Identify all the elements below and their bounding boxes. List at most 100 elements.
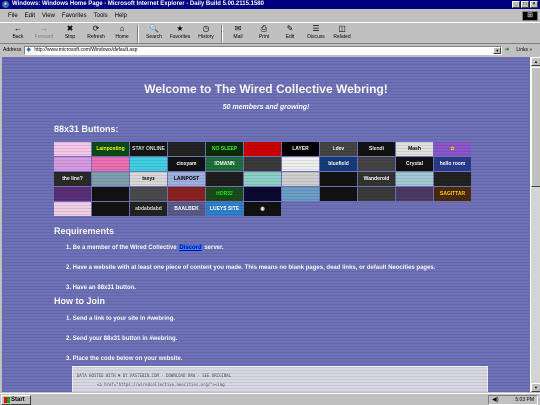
- button-88x31[interactable]: LAINPOST: [168, 172, 205, 186]
- button-88x31[interactable]: [244, 187, 281, 201]
- scroll-up-button[interactable]: ▲: [531, 57, 540, 66]
- button-88x31[interactable]: [206, 172, 243, 186]
- back-button[interactable]: ← Back: [6, 23, 30, 44]
- button-88x31[interactable]: [130, 157, 167, 171]
- button-88x31[interactable]: [434, 172, 471, 186]
- button-88x31[interactable]: LUEYS SITE: [206, 202, 243, 216]
- button-88x31[interactable]: the line?: [54, 172, 91, 186]
- system-tray: ◀) 5:03 PM: [488, 395, 538, 405]
- related-button[interactable]: ◫ Related: [330, 23, 354, 44]
- button-88x31[interactable]: [54, 157, 91, 171]
- button-88x31[interactable]: hello room: [434, 157, 471, 171]
- address-input[interactable]: ◆ http://www.microsoft.com/Windows/defau…: [24, 45, 503, 55]
- button-88x31[interactable]: [320, 187, 357, 201]
- address-dropdown-button[interactable]: ▼: [493, 46, 502, 54]
- go-arrow-icon[interactable]: ➜: [504, 46, 512, 54]
- howto-item: 1. Send a link to your site in #webring.: [66, 316, 176, 322]
- button-88x31[interactable]: [396, 187, 433, 201]
- mail-icon: ✉: [234, 24, 242, 33]
- menu-favorites[interactable]: Favorites: [62, 13, 87, 19]
- stop-icon: ✖: [66, 24, 74, 33]
- refresh-label: Refresh: [87, 34, 105, 40]
- button-88x31[interactable]: SAGITTAR: [434, 187, 471, 201]
- button-88x31[interactable]: tsxyz: [130, 172, 167, 186]
- mail-button[interactable]: ✉ Mail: [226, 23, 250, 44]
- button-88x31[interactable]: [282, 187, 319, 201]
- search-button[interactable]: 🔍 Search: [142, 23, 166, 44]
- vertical-scrollbar[interactable]: ▲ ▼: [530, 57, 540, 392]
- print-icon: ⎙: [260, 24, 268, 33]
- button-88x31[interactable]: Wanderoid: [358, 172, 395, 186]
- home-label: Home: [115, 34, 129, 40]
- button-88x31[interactable]: Lainposting: [92, 142, 129, 156]
- discord-link[interactable]: Discord: [178, 245, 203, 251]
- button-88x31[interactable]: [92, 172, 129, 186]
- speaker-icon[interactable]: ◀): [492, 396, 499, 404]
- button-88x31[interactable]: bluefield: [320, 157, 357, 171]
- scroll-down-button[interactable]: ▼: [531, 383, 540, 392]
- button-88x31[interactable]: BAALBEK: [168, 202, 205, 216]
- menu-help[interactable]: Help: [115, 13, 127, 19]
- button-88x31[interactable]: Mash: [396, 142, 433, 156]
- menu-edit[interactable]: Edit: [25, 13, 35, 19]
- home-button[interactable]: ⌂ Home: [110, 23, 134, 44]
- refresh-button[interactable]: ⟳ Refresh: [84, 23, 108, 44]
- button-88x31[interactable]: [168, 142, 205, 156]
- code-snippet-box[interactable]: DATA HOSTED WITH ♥ BY PASTEBIN.COM - DOW…: [72, 366, 488, 392]
- button-88x31[interactable]: Crystal: [396, 157, 433, 171]
- button-88x31[interactable]: ◉: [244, 202, 281, 216]
- window-titlebar[interactable]: e Windows: Windows Home Page - Microsoft…: [0, 0, 540, 9]
- button-88x31[interactable]: [320, 172, 357, 186]
- button-88x31[interactable]: [282, 172, 319, 186]
- maximize-button[interactable]: □: [521, 1, 529, 8]
- menu-tools[interactable]: Tools: [94, 13, 108, 19]
- button-88x31[interactable]: [54, 187, 91, 201]
- button-88x31[interactable]: ciosyam: [168, 157, 205, 171]
- button-88x31[interactable]: Slendi: [358, 142, 395, 156]
- close-button[interactable]: ×: [530, 1, 538, 8]
- scroll-thumb[interactable]: [531, 67, 540, 187]
- toolbar-separator: [221, 25, 223, 43]
- edit-button[interactable]: ✎ Edit: [278, 23, 302, 44]
- button-88x31[interactable]: i.dev: [320, 142, 357, 156]
- favorites-button[interactable]: ★ Favorites: [168, 23, 192, 44]
- button-88x31[interactable]: [282, 157, 319, 171]
- button-88x31[interactable]: [92, 187, 129, 201]
- requirements-list: 1. Be a member of the Wired Collective D…: [66, 244, 435, 304]
- links-button[interactable]: Links »: [516, 47, 532, 53]
- button-88x31[interactable]: [244, 157, 281, 171]
- how-to-join-heading: How to Join: [54, 296, 105, 306]
- button-88x31[interactable]: [244, 172, 281, 186]
- button-88x31[interactable]: [54, 202, 91, 216]
- button-88x31[interactable]: [396, 172, 433, 186]
- discuss-button[interactable]: ☰ Discuss: [304, 23, 328, 44]
- button-88x31[interactable]: LAYER: [282, 142, 319, 156]
- button-88x31[interactable]: [244, 142, 281, 156]
- button-88x31[interactable]: IOMANN: [206, 157, 243, 171]
- history-button[interactable]: ◷ History: [194, 23, 218, 44]
- minimize-button[interactable]: _: [512, 1, 520, 8]
- button-88x31[interactable]: ✿: [434, 142, 471, 156]
- button-88x31[interactable]: HOR32: [206, 187, 243, 201]
- start-button[interactable]: Start: [1, 395, 31, 405]
- button-88x31[interactable]: abdabdabd: [130, 202, 167, 216]
- back-label: Back: [12, 34, 24, 40]
- button-88x31[interactable]: [130, 187, 167, 201]
- button-88x31[interactable]: [168, 187, 205, 201]
- forward-button[interactable]: → Forward: [32, 23, 56, 44]
- button-88x31[interactable]: [358, 187, 395, 201]
- stop-button[interactable]: ✖ Stop: [58, 23, 82, 44]
- print-button[interactable]: ⎙ Print: [252, 23, 276, 44]
- button-88x31[interactable]: STAY ONLINE: [130, 142, 167, 156]
- menu-view[interactable]: View: [42, 13, 55, 19]
- button-88x31[interactable]: [92, 202, 129, 216]
- menu-file[interactable]: File: [8, 13, 18, 19]
- button-88x31[interactable]: NO SLEEP: [206, 142, 243, 156]
- refresh-icon: ⟳: [92, 24, 100, 33]
- button-88x31[interactable]: [54, 142, 91, 156]
- button-88x31[interactable]: [358, 157, 395, 171]
- empty-cell: [434, 202, 471, 216]
- start-label: Start: [11, 397, 25, 403]
- windows-flag-icon: [4, 397, 10, 403]
- button-88x31[interactable]: [92, 157, 129, 171]
